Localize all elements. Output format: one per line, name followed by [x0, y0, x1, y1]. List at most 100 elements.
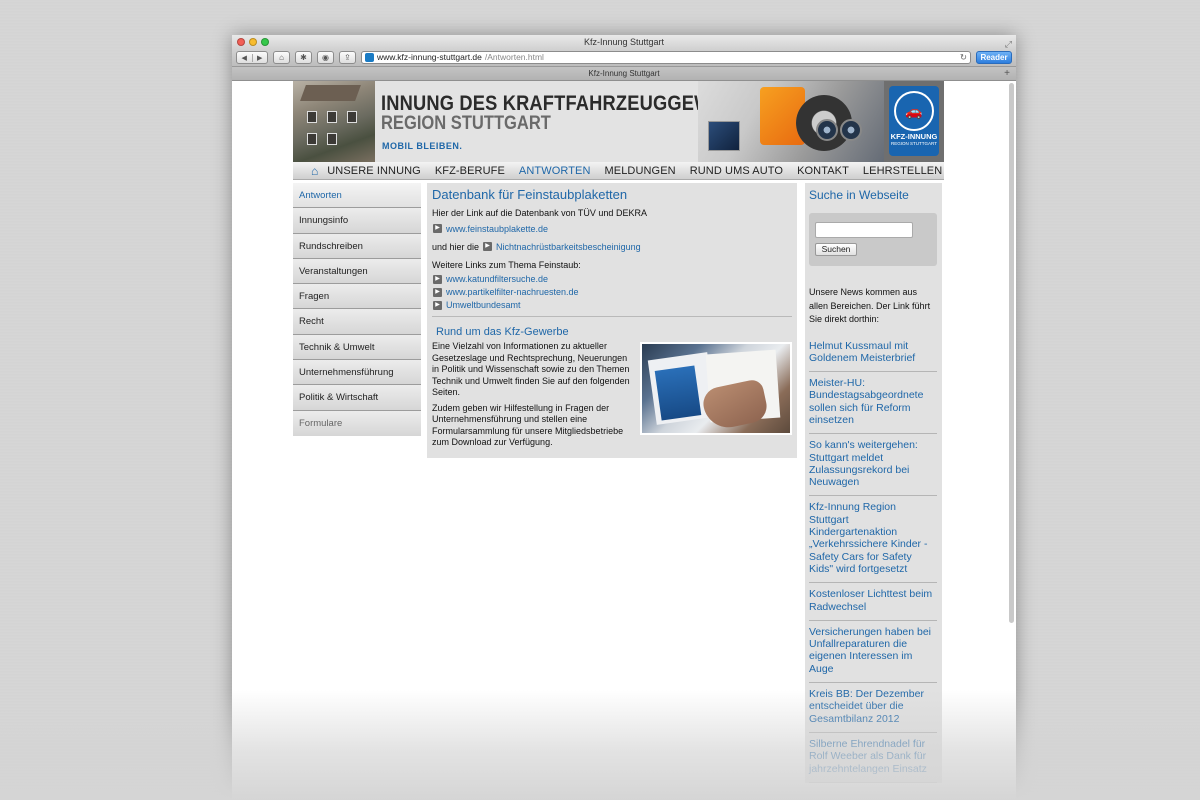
vertical-scrollbar[interactable]: [1009, 83, 1014, 623]
sidebar-item-fragen[interactable]: Fragen: [293, 284, 421, 310]
reader-button[interactable]: Reader: [976, 51, 1012, 64]
news-item[interactable]: Kfz-Innung Region Stuttgart Kindergarten…: [809, 496, 937, 584]
arrow-right-icon: ▶: [433, 300, 442, 310]
news-item[interactable]: Kreis BB: Der Dezember entscheidet über …: [809, 683, 937, 733]
car-icon: 🚗: [894, 91, 934, 131]
section-paragraph-2: Zudem geben wir Hilfestellung in Fragen …: [432, 402, 624, 448]
arrow-right-icon: ▶: [433, 287, 442, 297]
search-input[interactable]: [815, 222, 913, 238]
sidebar-item-innungsinfo[interactable]: Innungsinfo: [293, 208, 421, 234]
web-page: INNUNG DES KRAFTFAHRZEUGGEWERBES REGION …: [293, 81, 944, 783]
section-text: Eine Vielzahl von Informationen zu aktue…: [432, 341, 633, 449]
magazine-photo: [640, 342, 792, 435]
right-column: Suche in Webseite Suchen Unsere News kom…: [805, 183, 942, 783]
window-title: Kfz-Innung Stuttgart: [583, 37, 665, 47]
nav-lehrstellen[interactable]: LEHRSTELLEN: [863, 165, 942, 177]
sidebar-item-antworten[interactable]: Antworten: [293, 183, 421, 209]
more-links-label: Weitere Links zum Thema Feinstaub:: [432, 259, 581, 270]
sidebar-item-recht[interactable]: Recht: [293, 309, 421, 335]
zoom-window-button[interactable]: [261, 38, 269, 46]
list-item-label: Umweltbundesamt: [446, 300, 521, 310]
search-button[interactable]: Suchen: [815, 243, 857, 256]
partikelfilter-link[interactable]: ▶ www.partikelfilter-nachruesten.de: [433, 287, 792, 297]
sidebar-item-formulare[interactable]: Formulare: [293, 410, 421, 436]
sidebar-item-rundschreiben[interactable]: Rundschreiben: [293, 233, 421, 259]
logo-area: 🚗 KFZ-INNUNG REGION STUTTGART: [884, 81, 944, 162]
page-title: Datenbank für Feinstaubplaketten: [432, 187, 628, 202]
and-here-text: und hier die: [432, 241, 480, 252]
feinstaubplakette-link[interactable]: ▶ www.feinstaubplakette.de: [433, 224, 792, 234]
bescheinigung-row: und hier die ▶ Nichtnachrüstbarkeitsbesc…: [432, 242, 792, 252]
new-tab-button[interactable]: +: [1004, 67, 1010, 81]
header-collage-image: [698, 81, 898, 162]
section-body: Eine Vielzahl von Informationen zu aktue…: [432, 341, 792, 449]
minimize-window-button[interactable]: [249, 38, 257, 46]
section-divider: [432, 316, 792, 317]
bescheinigung-link-label: Nichtnachrüstbarkeitsbescheinigung: [496, 241, 641, 252]
tab-bar: Kfz-Innung Stuttgart +: [232, 67, 1016, 81]
close-window-button[interactable]: [237, 38, 245, 46]
extensions-icon[interactable]: ✱: [295, 51, 312, 64]
url-path: /Antworten.html: [484, 52, 544, 62]
window-titlebar: Kfz-Innung Stuttgart ⤢: [232, 35, 1016, 49]
logo-subtitle: REGION STUTTGART: [891, 141, 937, 146]
sidebar-item-veranstaltungen[interactable]: Veranstaltungen: [293, 258, 421, 285]
arrow-right-icon: ▶: [433, 224, 442, 233]
search-box: Suchen: [809, 213, 937, 266]
back-arrow-icon[interactable]: ◀: [237, 54, 252, 62]
section-paragraph-1: Eine Vielzahl von Informationen zu aktue…: [432, 341, 630, 397]
search-heading: Suche in Webseite: [809, 188, 909, 202]
intro-text: Hier der Link auf die Datenbank von TÜV …: [432, 208, 647, 218]
arrow-right-icon: ▶: [483, 242, 493, 251]
reload-icon[interactable]: ↻: [960, 52, 967, 63]
section-heading: Rund um das Kfz-Gewerbe: [436, 326, 569, 338]
sidebar-item-unternehmensfuehrung[interactable]: Unternehmensführung: [293, 360, 421, 386]
news-item[interactable]: Meister-HU: Bundestagsabgeordnete sollen…: [809, 372, 937, 435]
forward-arrow-icon[interactable]: ▶: [251, 53, 268, 62]
back-forward-buttons: ◀ ▶: [236, 51, 268, 64]
news-item[interactable]: Versicherungen haben bei Unfallreparatur…: [809, 621, 937, 684]
home-icon[interactable]: ⌂: [273, 51, 290, 64]
logo-name: KFZ-INNUNG: [890, 132, 938, 141]
header-building-photo: [293, 81, 375, 162]
site-header: INNUNG DES KRAFTFAHRZEUGGEWERBES REGION …: [293, 81, 944, 162]
browser-toolbar: ◀ ▶ ⌂ ✱ ◉ ⇪ www.kfz-innung-stuttgart.de /…: [232, 49, 1016, 67]
url-domain: www.kfz-innung-stuttgart.de: [377, 52, 482, 62]
fullscreen-icon[interactable]: ⤢: [1005, 37, 1012, 51]
share-icon[interactable]: ⇪: [339, 51, 356, 64]
news-item[interactable]: Kostenloser Lichttest beim Radwechsel: [809, 583, 937, 621]
katundfiltersuche-link[interactable]: ▶ www.katundfiltersuche.de: [433, 274, 792, 284]
history-icon[interactable]: ◉: [317, 51, 334, 64]
site-favicon-icon: [365, 53, 374, 62]
nav-antworten[interactable]: ANTWORTEN: [519, 165, 591, 177]
news-item[interactable]: Helmut Kussmaul mit Goldenem Meisterbrie…: [809, 340, 937, 373]
main-navigation: ⌂ UNSERE INNUNG KFZ-BERUFE ANTWORTEN MEL…: [293, 162, 944, 180]
list-item-label: www.katundfiltersuche.de: [446, 274, 549, 284]
nav-kontakt[interactable]: KONTAKT: [797, 165, 849, 177]
nav-kfz-berufe[interactable]: KFZ-BERUFE: [435, 165, 505, 177]
news-intro: Unsere News kommen aus allen Bereichen. …: [809, 287, 931, 324]
umweltbundesamt-link[interactable]: ▶ Umweltbundesamt: [433, 300, 792, 310]
sidebar-item-technik-umwelt[interactable]: Technik & Umwelt: [293, 334, 421, 361]
nav-rund-ums-auto[interactable]: RUND UMS AUTO: [690, 165, 783, 177]
news-item[interactable]: So kann's weitergehen: Stuttgart meldet …: [809, 434, 937, 497]
feinstaubplakette-link-label: www.feinstaubplakette.de: [446, 223, 549, 234]
news-item[interactable]: Silberne Ehrendnadel für Rolf Weeber als…: [809, 733, 937, 783]
window-controls: [237, 38, 269, 46]
sidebar: Antworten Innungsinfo Rundschreiben Vera…: [293, 183, 421, 436]
bescheinigung-link[interactable]: ▶ Nichtnachrüstbarkeitsbescheinigung: [483, 242, 641, 252]
innung-logo[interactable]: 🚗 KFZ-INNUNG REGION STUTTGART: [889, 86, 939, 156]
nav-meldungen[interactable]: MELDUNGEN: [605, 165, 676, 177]
address-bar[interactable]: www.kfz-innung-stuttgart.de/Antworten.ht…: [361, 51, 971, 64]
feinstaub-links-list: ▶ www.katundfiltersuche.de ▶ www.partike…: [432, 274, 792, 310]
page-viewport: INNUNG DES KRAFTFAHRZEUGGEWERBES REGION …: [232, 81, 1016, 798]
home-icon[interactable]: ⌂: [311, 165, 318, 177]
browser-window: Kfz-Innung Stuttgart ⤢ ◀ ▶ ⌂ ✱ ◉ ⇪ www.k…: [232, 35, 1016, 800]
arrow-right-icon: ▶: [433, 274, 442, 284]
main-content: Datenbank für Feinstaubplaketten Hier de…: [427, 183, 797, 458]
list-item-label: www.partikelfilter-nachruesten.de: [446, 287, 579, 297]
site-subtitle: REGION STUTTGART: [381, 113, 551, 134]
sidebar-item-politik-wirtschaft[interactable]: Politik & Wirtschaft: [293, 385, 421, 411]
tab-title[interactable]: Kfz-Innung Stuttgart: [588, 69, 659, 78]
nav-unsere-innung[interactable]: UNSERE INNUNG: [327, 165, 421, 177]
